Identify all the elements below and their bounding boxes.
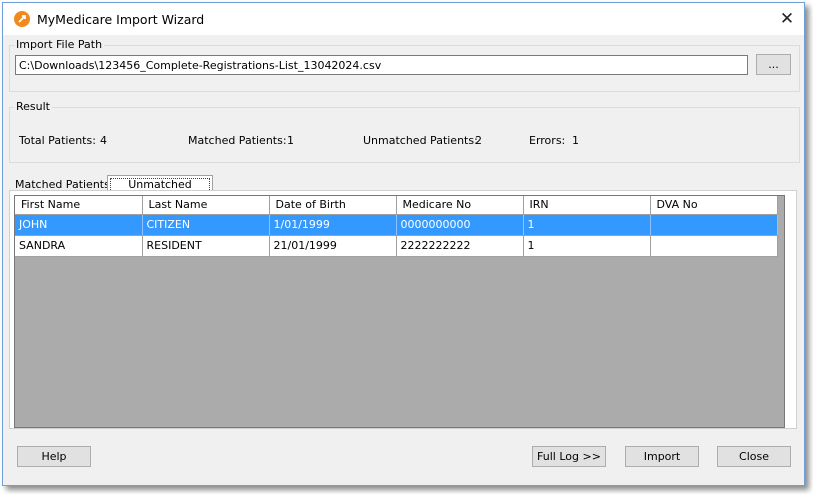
table-row[interactable]: SANDRA RESIDENT 21/01/1999 2222222222 1 (15, 235, 778, 257)
import-wizard-window: MyMedicare Import Wizard ✕ Import File P… (2, 2, 805, 486)
cell-irn: 1 (523, 214, 651, 236)
column-dva-no[interactable]: DVA No (650, 196, 778, 215)
cell-last-name: RESIDENT (142, 235, 270, 257)
errors-value: 1 (572, 134, 579, 147)
patients-grid[interactable]: First Name Last Name Date of Birth Medic… (14, 195, 785, 428)
unmatched-patients-label: Unmatched Patients: (363, 134, 478, 147)
cell-dva-no (650, 235, 778, 257)
cell-first-name: SANDRA (15, 235, 143, 257)
column-medicare-no[interactable]: Medicare No (396, 196, 524, 215)
grid-header: First Name Last Name Date of Birth Medic… (15, 196, 778, 215)
close-icon[interactable]: ✕ (775, 8, 799, 30)
app-icon (14, 11, 30, 27)
full-log-button[interactable]: Full Log >> (532, 446, 606, 467)
column-irn[interactable]: IRN (523, 196, 651, 215)
cell-first-name: JOHN (15, 214, 143, 236)
cell-dva-no (650, 214, 778, 236)
cell-date-of-birth: 21/01/1999 (269, 235, 397, 257)
cell-medicare-no: 2222222222 (396, 235, 524, 257)
total-patients-label: Total Patients: (19, 134, 96, 147)
matched-patients-label: Matched Patients: (188, 134, 287, 147)
result-label: Result (14, 100, 52, 113)
import-path-label: Import File Path (14, 38, 105, 51)
import-button[interactable]: Import (625, 446, 699, 467)
column-last-name[interactable]: Last Name (142, 196, 270, 215)
cell-irn: 1 (523, 235, 651, 257)
cell-last-name: CITIZEN (142, 214, 270, 236)
unmatched-patients-value: 2 (475, 134, 482, 147)
close-button[interactable]: Close (717, 446, 791, 467)
title-bar: MyMedicare Import Wizard ✕ (3, 3, 804, 35)
browse-button[interactable]: ... (756, 54, 791, 75)
total-patients-value: 4 (100, 134, 107, 147)
column-first-name[interactable]: First Name (15, 196, 143, 215)
column-date-of-birth[interactable]: Date of Birth (269, 196, 397, 215)
help-button[interactable]: Help (17, 446, 91, 467)
cell-medicare-no: 0000000000 (396, 214, 524, 236)
import-path-input[interactable] (15, 55, 748, 75)
cell-date-of-birth: 1/01/1999 (269, 214, 397, 236)
matched-patients-value: 1 (287, 134, 294, 147)
table-row[interactable]: JOHN CITIZEN 1/01/1999 0000000000 1 (15, 214, 778, 236)
window-title: MyMedicare Import Wizard (37, 12, 205, 27)
errors-label: Errors: (529, 134, 566, 147)
